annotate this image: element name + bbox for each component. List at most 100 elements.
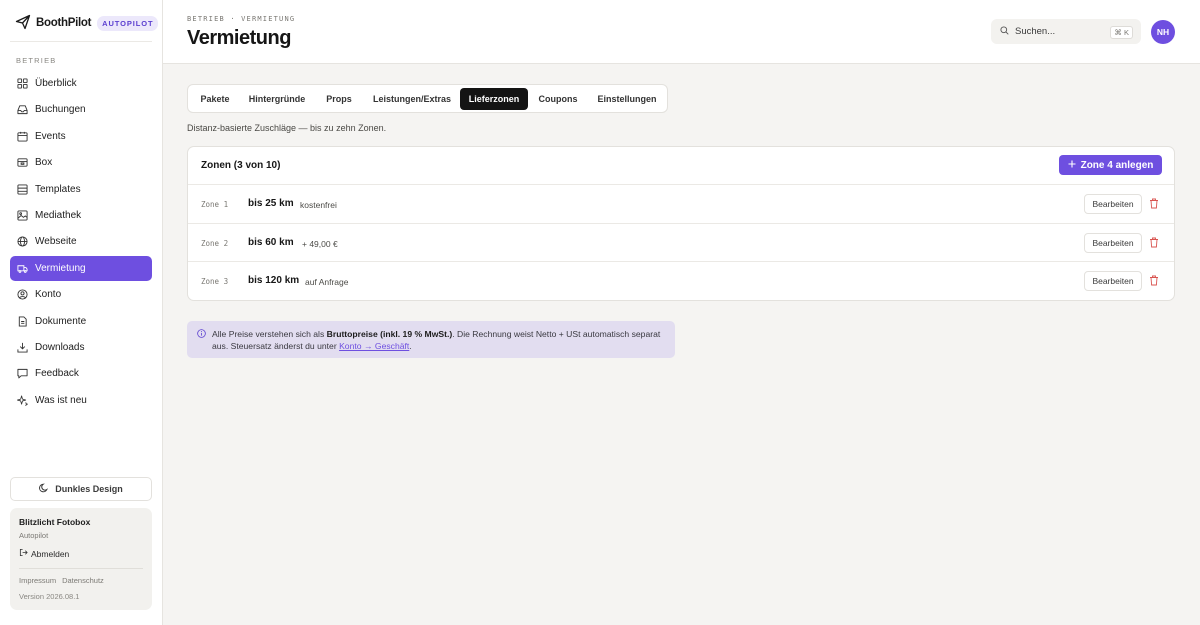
avatar[interactable]: NH [1151, 20, 1175, 44]
search-icon [1000, 25, 1009, 38]
paper-plane-icon [15, 14, 31, 33]
tab-bar: Pakete Hintergründe Props Leistungen/Ext… [187, 84, 668, 113]
search-input[interactable]: Suchen... ⌘ K [991, 19, 1141, 44]
add-zone-button[interactable]: Zone 4 anlegen [1059, 155, 1162, 175]
zone-price: kostenfrei [300, 200, 337, 210]
sparkle-icon [17, 395, 28, 406]
breadcrumb: BETRIEB · VERMIETUNG [187, 15, 296, 23]
sidebar-item-label: Was ist neu [35, 394, 87, 406]
top-header: BETRIEB · VERMIETUNG Vermietung Suchen..… [163, 0, 1200, 64]
account-name: Blitzlicht Fotobox [19, 517, 91, 527]
layout-icon [17, 184, 28, 195]
sidebar-item-downloads[interactable]: Downloads [10, 335, 152, 360]
inbox-icon [17, 104, 28, 115]
edit-button[interactable]: Bearbeiten [1084, 271, 1142, 292]
sidebar-item-ueberblick[interactable]: Überblick [10, 71, 152, 96]
zone-price: auf Anfrage [305, 277, 349, 288]
zones-title: Zonen (3 von 10) [201, 160, 281, 171]
sidebar-item-events[interactable]: Events [10, 124, 152, 149]
sidebar-item-feedback[interactable]: Feedback [10, 361, 152, 386]
trash-icon[interactable] [1149, 237, 1159, 249]
sidebar-section-label: BETRIEB [16, 56, 57, 65]
logout-icon [19, 548, 31, 559]
sidebar-item-label: Vermietung [35, 262, 86, 274]
sidebar-item-label: Events [35, 130, 66, 142]
trash-icon[interactable] [1149, 198, 1159, 210]
account-plan: Autopilot [19, 531, 49, 540]
globe-icon [17, 236, 28, 247]
image-icon [17, 210, 28, 221]
zone-price: + 49,00 € [302, 238, 338, 249]
logout-label: Abmelden [31, 548, 70, 559]
table-row: Zone 2 bis 60 km + 49,00 € Bearbeiten [188, 224, 1174, 263]
truck-icon [17, 263, 28, 274]
zone-label: Zone 1 [201, 200, 229, 209]
zone-label: Zone 3 [201, 277, 229, 287]
add-zone-label: Zone 4 anlegen [1080, 159, 1154, 171]
sidebar-item-buchungen[interactable]: Buchungen [10, 97, 152, 122]
sidebar-item-label: Überblick [35, 78, 77, 89]
message-icon [17, 368, 28, 379]
tab-hintergruende[interactable]: Hintergründe [242, 88, 312, 110]
sidebar-nav: Überblick Buchungen Events Box Templates… [10, 71, 152, 414]
logout-link[interactable]: Abmelden [19, 548, 143, 559]
trash-icon[interactable] [1149, 275, 1159, 287]
account-business-link[interactable]: Konto → Geschäft [339, 341, 409, 351]
tab-props[interactable]: Props [314, 88, 364, 110]
page-title: Vermietung [187, 27, 291, 49]
vat-info-notice: Alle Preise verstehen sich als Bruttopre… [187, 321, 675, 358]
tab-lieferzonen[interactable]: Lieferzonen [460, 88, 528, 110]
zone-distance: bis 120 km [248, 275, 300, 287]
brand-logo[interactable]: BoothPilot AUTOPILOT [15, 14, 159, 33]
zone-distance: bis 25 km [248, 198, 294, 209]
calendar-icon [17, 131, 28, 142]
app-version: Version 2026.08.1 [19, 592, 80, 601]
search-shortcut: ⌘ K [1110, 26, 1133, 39]
sidebar-item-label: Box [35, 157, 53, 169]
box-icon [17, 157, 28, 168]
tab-pakete[interactable]: Pakete [190, 88, 240, 110]
sidebar-item-label: Webseite [35, 236, 77, 248]
account-divider [19, 568, 143, 569]
plan-badge: AUTOPILOT [97, 15, 159, 31]
datenschutz-link[interactable]: Datenschutz [62, 576, 104, 585]
sidebar-item-webseite[interactable]: Webseite [10, 229, 152, 254]
download-icon [17, 342, 28, 353]
zones-header: Zonen (3 von 10) Zone 4 anlegen [188, 147, 1174, 185]
legal-links: Impressum Datenschutz [19, 576, 143, 585]
sidebar-item-box[interactable]: Box [10, 150, 152, 175]
sidebar-divider [10, 41, 152, 42]
sidebar: BoothPilot AUTOPILOT BETRIEB Überblick B… [0, 0, 163, 625]
sidebar-item-vermietung[interactable]: Vermietung [10, 255, 152, 281]
sidebar-item-label: Downloads [35, 341, 85, 353]
info-text-bold: Bruttopreise (inkl. 19 % MwSt.) [326, 329, 453, 339]
grid-icon [17, 78, 28, 89]
tab-coupons[interactable]: Coupons [530, 88, 586, 110]
sidebar-item-label: Dokumente [35, 315, 87, 327]
info-text-post: . [409, 341, 412, 352]
sidebar-item-label: Mediathek [35, 209, 82, 221]
sidebar-item-was-ist-neu[interactable]: Was ist neu [10, 388, 152, 413]
dark-mode-label: Dunkles Design [55, 484, 123, 494]
edit-button[interactable]: Bearbeiten [1084, 232, 1142, 253]
sidebar-item-konto[interactable]: Konto [10, 282, 152, 307]
impressum-link[interactable]: Impressum [19, 576, 56, 585]
moon-icon [39, 483, 55, 495]
account-panel: Blitzlicht Fotobox Autopilot Abmelden Im… [10, 508, 152, 610]
dark-mode-button[interactable]: Dunkles Design [10, 477, 152, 501]
tab-leistungen-extras[interactable]: Leistungen/Extras [366, 88, 458, 110]
zones-card: Zonen (3 von 10) Zone 4 anlegen Zone 1 b… [187, 146, 1175, 301]
edit-button[interactable]: Bearbeiten [1084, 194, 1142, 214]
zone-distance: bis 60 km [248, 236, 294, 248]
plus-icon [1068, 160, 1081, 171]
user-icon [17, 289, 28, 300]
info-text-pre: Alle Preise verstehen sich als [212, 329, 327, 339]
sidebar-item-templates[interactable]: Templates [10, 177, 152, 202]
sidebar-item-dokumente[interactable]: Dokumente [10, 309, 152, 334]
tab-einstellungen[interactable]: Einstellungen [588, 88, 666, 110]
sidebar-item-label: Konto [35, 289, 62, 301]
search-placeholder: Suchen... [1015, 26, 1056, 37]
table-row: Zone 3 bis 120 km auf Anfrage Bearbeiten [188, 262, 1174, 300]
sidebar-item-mediathek[interactable]: Mediathek [10, 203, 152, 228]
section-description: Distanz-basierte Zuschläge — bis zu zehn… [187, 123, 387, 133]
